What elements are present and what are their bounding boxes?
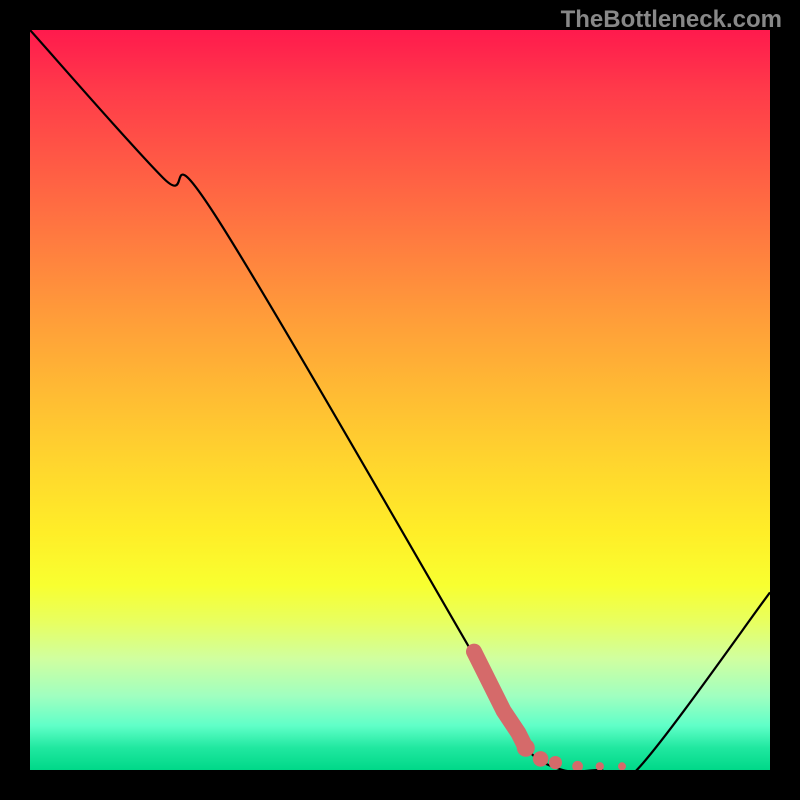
- marker-dot: [618, 762, 626, 770]
- curve-line: [30, 30, 770, 770]
- marker-dot: [596, 762, 604, 770]
- marker-dot: [549, 756, 562, 769]
- marker-band: [474, 652, 626, 770]
- marker-dot: [533, 751, 549, 767]
- watermark-text: TheBottleneck.com: [561, 6, 782, 34]
- chart-container: TheBottleneck.com: [0, 0, 800, 800]
- marker-steep: [474, 652, 526, 748]
- marker-dot: [517, 739, 535, 757]
- marker-dot: [572, 761, 583, 770]
- chart-svg: [30, 30, 770, 770]
